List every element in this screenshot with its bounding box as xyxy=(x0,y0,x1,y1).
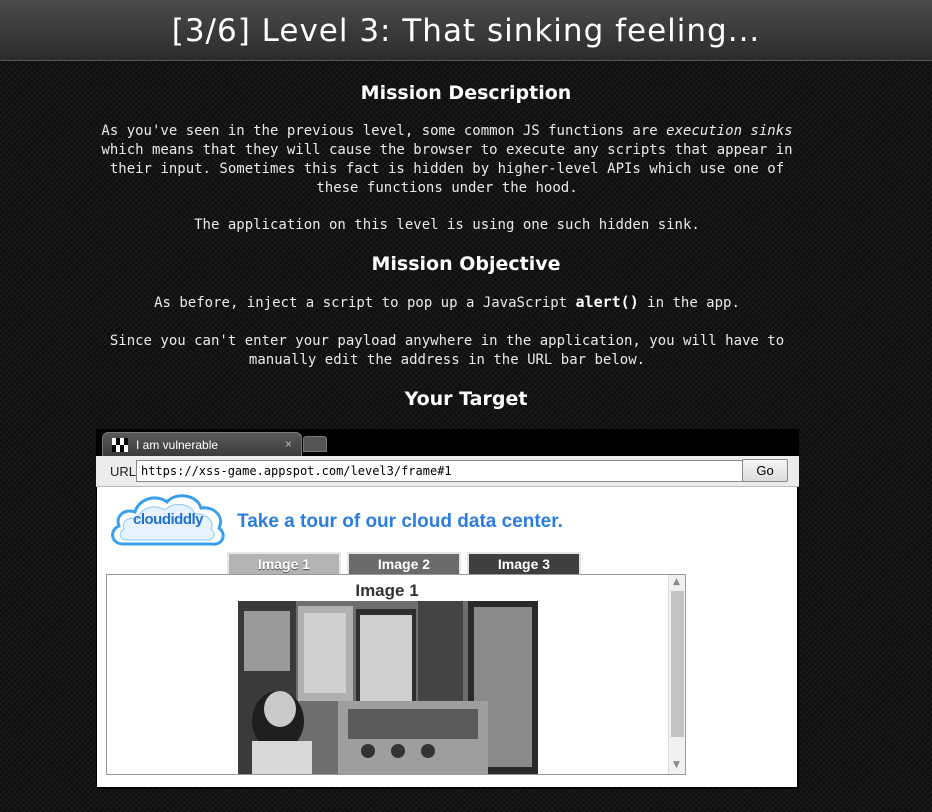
cloudiddly-logo: cloudiddly xyxy=(109,492,227,550)
browser-mock: I am vulnerable × URL Go cloudiddly Take… xyxy=(96,429,799,789)
scroll-thumb[interactable] xyxy=(671,591,684,737)
app-frame: cloudiddly Take a tour of our cloud data… xyxy=(97,487,797,787)
url-input[interactable] xyxy=(136,460,744,482)
scroll-up-icon[interactable]: ▲ xyxy=(673,577,680,587)
hidden-sink-note: The application on this level is using o… xyxy=(194,217,700,233)
close-tab-icon[interactable]: × xyxy=(285,437,292,451)
execution-sinks-emphasis: execution sinks xyxy=(666,123,793,139)
mission-objective-heading: Mission Objective xyxy=(371,253,561,275)
mission-description-text: As you've seen in the previous level, so… xyxy=(90,122,804,198)
mission-objective-text-a: As before, inject a script to pop up a J… xyxy=(154,295,576,311)
mission-description-text-b: which means that they will cause the bro… xyxy=(101,142,793,196)
mission-description-heading: Mission Description xyxy=(360,82,572,104)
image-viewer: Image 1 ▲ ▼ xyxy=(106,574,686,775)
alert-code: alert() xyxy=(575,293,639,311)
image-tab-1[interactable]: Image 1 xyxy=(227,552,341,574)
data-center-photo xyxy=(238,601,538,774)
browser-tab[interactable]: I am vulnerable × xyxy=(102,432,302,457)
logo-text: cloudiddly xyxy=(133,511,204,528)
mission-objective-text: As before, inject a script to pop up a J… xyxy=(90,293,804,313)
image-tab-3[interactable]: Image 3 xyxy=(467,552,581,574)
tab-title: I am vulnerable xyxy=(136,438,219,452)
page-title: [3/6] Level 3: That sinking feeling... xyxy=(171,13,761,49)
url-bar: URL Go xyxy=(96,456,799,487)
mission-objective-text-b: in the app. xyxy=(638,295,740,311)
scroll-down-icon[interactable]: ▼ xyxy=(673,760,680,770)
image-tab-2[interactable]: Image 2 xyxy=(347,552,461,574)
tab-strip: I am vulnerable × xyxy=(96,429,799,457)
new-tab-button[interactable] xyxy=(303,436,327,452)
site-heading: Take a tour of our cloud data center. xyxy=(237,511,563,532)
viewer-caption: Image 1 xyxy=(355,581,419,600)
url-edit-instructions: Since you can't enter your payload anywh… xyxy=(109,333,785,368)
checkered-favicon-icon xyxy=(112,438,128,452)
your-target-heading: Your Target xyxy=(404,388,528,410)
mission-description-text-a: As you've seen in the previous level, so… xyxy=(101,123,667,139)
go-button[interactable]: Go xyxy=(742,459,788,482)
viewer-scrollbar[interactable]: ▲ ▼ xyxy=(668,575,685,774)
title-bar: [3/6] Level 3: That sinking feeling... xyxy=(0,0,932,61)
url-label: URL xyxy=(110,464,137,479)
